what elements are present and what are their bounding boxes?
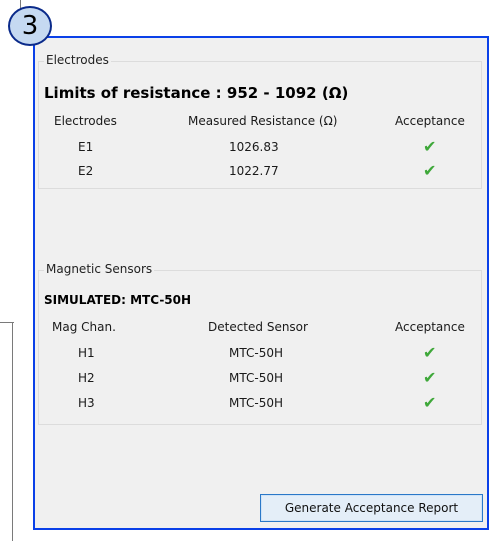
mag-channel-name: H2: [78, 371, 95, 385]
magnetic-sensors-group-title: Magnetic Sensors: [44, 262, 155, 276]
measured-resistance-value: 1022.77: [229, 164, 279, 178]
detected-sensor-column-header: Detected Sensor: [208, 320, 308, 334]
detected-sensor-value: MTC-50H: [229, 371, 283, 385]
resistance-column-header: Measured Resistance (Ω): [188, 114, 338, 128]
detected-sensor-value: MTC-50H: [229, 396, 283, 410]
electrode-name: E2: [78, 164, 94, 178]
accepted-check-icon: ✔: [423, 368, 437, 387]
accepted-check-icon: ✔: [423, 137, 437, 156]
detected-sensor-value: MTC-50H: [229, 346, 283, 360]
electrodes-group-title: Electrodes: [44, 53, 111, 67]
resistance-limits-title: Limits of resistance : 952 - 1092 (Ω): [44, 84, 349, 102]
generate-acceptance-report-button[interactable]: Generate Acceptance Report: [260, 494, 483, 522]
accepted-check-icon: ✔: [423, 393, 437, 412]
step-number-badge: 3: [8, 6, 52, 46]
mag-channel-name: H3: [78, 396, 95, 410]
sensor-acceptance-column-header: Acceptance: [395, 320, 465, 334]
electrodes-acceptance-column-header: Acceptance: [395, 114, 465, 128]
mag-channel-column-header: Mag Chan.: [52, 320, 116, 334]
simulated-sensor-title: SIMULATED: MTC-50H: [44, 293, 192, 307]
mag-channel-name: H1: [78, 346, 95, 360]
accepted-check-icon: ✔: [423, 161, 437, 180]
accepted-check-icon: ✔: [423, 343, 437, 362]
measured-resistance-value: 1026.83: [229, 140, 279, 154]
electrodes-column-header: Electrodes: [54, 114, 117, 128]
electrode-name: E1: [78, 140, 94, 154]
background-frame-line-left-vertical: [12, 322, 13, 541]
